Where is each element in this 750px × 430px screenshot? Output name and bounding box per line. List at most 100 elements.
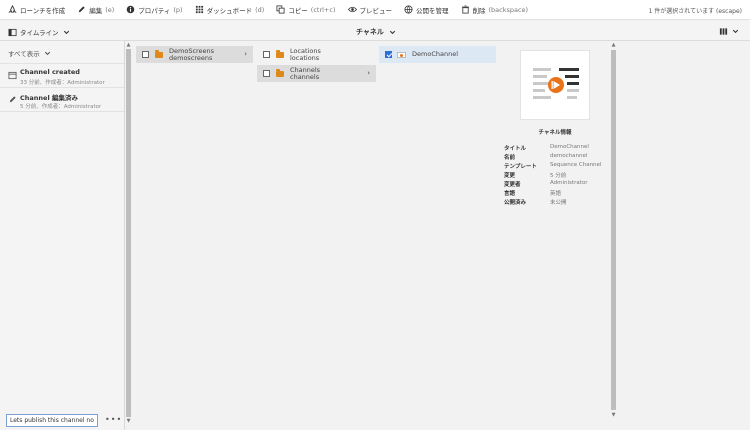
item-name: demoscreens [169, 53, 213, 62]
info-key: 公開済み [504, 200, 527, 206]
timeline-rail: すべて表示 Channel created 33 分前、作成者：Administ… [0, 41, 125, 430]
channel-info-heading: チャネル情報 [538, 130, 572, 136]
info-row-modified: 変更 5 分前 [504, 171, 566, 179]
channel-thumbnail-icon [397, 51, 406, 58]
chevron-down-icon [43, 49, 52, 58]
item-checkbox[interactable] [263, 51, 270, 58]
info-key: 変更者 [504, 182, 521, 188]
timeline-item-meta: 5 分前、作成者：Administrator [20, 104, 102, 110]
info-value: 未公開 [550, 200, 567, 206]
pencil-icon [77, 5, 86, 14]
timeline-item-meta: 33 分前、作成者：Administrator [20, 80, 105, 86]
delete-button[interactable]: 削除 (backspace) [461, 5, 529, 15]
properties-shortcut: (p) [173, 5, 183, 14]
folder-icon [155, 50, 163, 58]
delete-shortcut: (backspace) [488, 5, 529, 14]
dashboard-button[interactable]: ダッシュボード (d) [195, 5, 265, 15]
edit-label: 編集 [89, 6, 103, 15]
info-key: タイトル [504, 146, 527, 152]
scroll-up-arrow[interactable]: ▲ [610, 42, 617, 49]
preview-label: プレビュー [359, 6, 393, 15]
info-value: DemoChannel [550, 144, 589, 150]
pencil-icon [8, 95, 17, 104]
page-icon [8, 71, 17, 80]
folder-icon [276, 50, 284, 58]
timeline-item-title: Channel created [20, 68, 80, 76]
timeline-filter[interactable]: すべて表示 [8, 48, 52, 58]
info-row-template: テンプレート Sequence Channel [504, 162, 601, 170]
create-launch-label: ローンチを作成 [20, 6, 66, 15]
info-icon [126, 5, 135, 14]
preview-button[interactable]: プレビュー [347, 5, 393, 15]
info-value: demochannel [550, 153, 588, 159]
grid-icon [195, 5, 204, 14]
info-row-title: タイトル DemoChannel [504, 144, 589, 152]
view-header: タイムライン チャネル [0, 21, 750, 41]
more-options-button[interactable]: ••• [105, 415, 122, 424]
trash-icon [461, 5, 470, 14]
edit-shortcut: (e) [105, 5, 115, 14]
info-key: テンプレート [504, 164, 537, 170]
chevron-down-icon [62, 28, 71, 37]
edit-button[interactable]: 編集 (e) [77, 5, 114, 15]
info-row-modified-by: 変更者 Administrator [504, 180, 588, 188]
item-checkbox[interactable] [263, 70, 270, 77]
globe-icon [404, 5, 413, 14]
column-item-demochannel[interactable]: DemoChannel [379, 46, 496, 63]
info-value: Administrator [550, 180, 588, 186]
action-bar: ローンチを作成 編集 (e) プロパティ (p) ダッシュボード (d) コピー… [0, 0, 750, 20]
rocket-icon [8, 5, 17, 14]
dashboard-label: ダッシュボード [206, 6, 253, 15]
info-value: Sequence Channel [550, 162, 602, 168]
create-launch-button[interactable]: ローンチを作成 [8, 5, 65, 15]
copy-icon [276, 5, 285, 14]
properties-label: プロパティ [138, 6, 171, 15]
rail-toggle-button[interactable]: タイムライン [8, 27, 71, 37]
chevron-down-icon [388, 28, 397, 37]
filter-label: すべて表示 [8, 50, 40, 58]
timeline-item[interactable]: Channel created 33 分前、作成者：Administrator [0, 63, 124, 88]
item-text: DemoScreens demoscreens [169, 47, 214, 62]
column-item-locations[interactable]: Locations locations [257, 46, 376, 63]
column-item-channels[interactable]: Channels channels › [257, 65, 376, 82]
column-root: DemoScreens demoscreens › [133, 41, 253, 430]
info-row-language: 言語 英語 [504, 189, 561, 197]
scroll-down-arrow[interactable]: ▼ [125, 418, 132, 425]
copy-shortcut: (ctrl+c) [310, 5, 336, 14]
manage-publication-button[interactable]: 公開を管理 [404, 5, 449, 15]
scroll-down-arrow[interactable]: ▼ [610, 412, 617, 419]
timeline-item[interactable]: Channel 編集済み 5 分前、作成者：Administrator [0, 87, 124, 112]
view-switcher[interactable] [719, 27, 740, 36]
view-title-dropdown[interactable]: チャネル [356, 27, 397, 37]
chevron-right-icon: › [244, 50, 247, 58]
copy-label: コピー [288, 6, 308, 15]
rail-scrollbar[interactable] [126, 49, 131, 417]
manage-publication-label: 公開を管理 [416, 6, 449, 15]
info-key: 変更 [504, 173, 516, 179]
item-checkbox[interactable] [142, 51, 149, 58]
chevron-right-icon: › [367, 69, 370, 77]
item-text: Channels channels [290, 66, 320, 81]
item-name: channels [290, 72, 320, 81]
info-row-published: 公開済み 未公開 [504, 198, 567, 206]
item-checkbox[interactable] [385, 51, 392, 58]
delete-label: 削除 [472, 6, 486, 15]
properties-button[interactable]: プロパティ (p) [126, 5, 183, 15]
item-name: locations [290, 53, 320, 62]
dashboard-shortcut: (d) [255, 5, 265, 14]
column-item-demoscreens[interactable]: DemoScreens demoscreens › [136, 46, 253, 63]
rail-icon [8, 28, 17, 37]
info-value: 英語 [550, 191, 562, 197]
info-value: 5 分前 [550, 173, 567, 179]
copy-button[interactable]: コピー (ctrl+c) [276, 5, 336, 15]
selection-status[interactable]: 1 件が選択されています (escape) [649, 6, 742, 15]
sequence-channel-icon [533, 68, 579, 99]
rail-label: タイムライン [20, 29, 59, 37]
item-text: Locations locations [290, 47, 321, 62]
scroll-up-arrow[interactable]: ▲ [125, 42, 132, 49]
page-title: チャネル [356, 28, 384, 36]
item-title: DemoChannel [412, 50, 458, 58]
column-view-icon [719, 27, 728, 36]
content-scrollbar[interactable] [611, 50, 616, 410]
comment-input[interactable] [6, 414, 98, 427]
